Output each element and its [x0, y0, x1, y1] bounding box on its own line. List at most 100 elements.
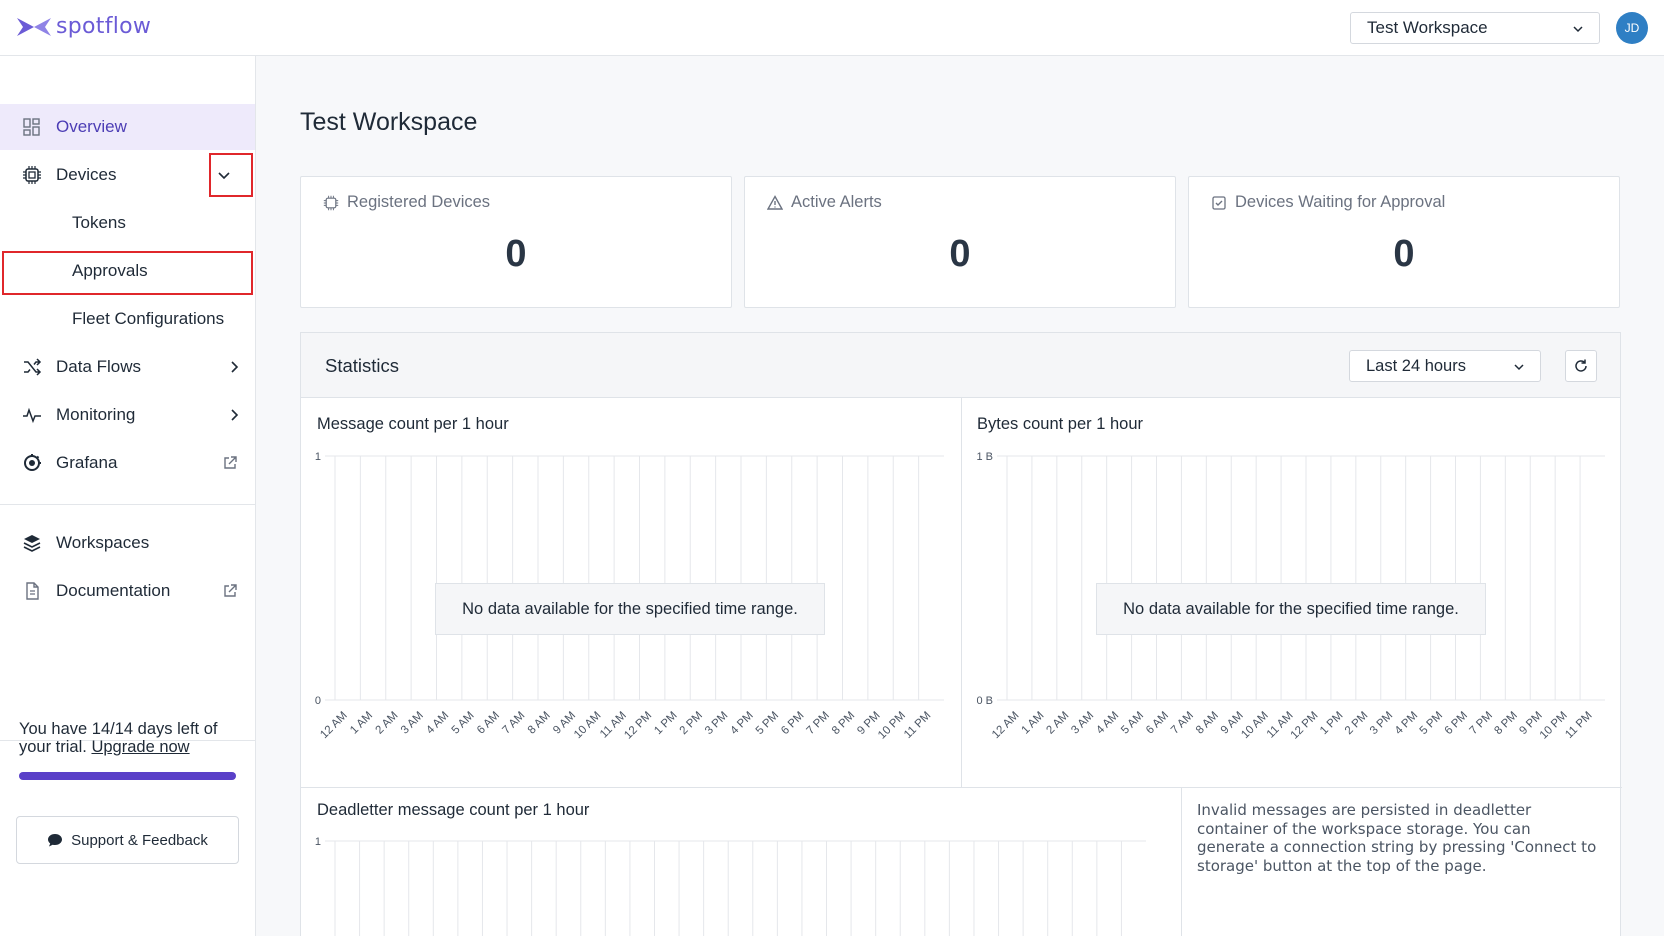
sidebar-item-label: Monitoring — [56, 405, 136, 424]
chevron-right-icon — [231, 361, 239, 373]
deadletter-info-text: Invalid messages are persisted in deadle… — [1197, 801, 1597, 875]
card-devices-waiting: Devices Waiting for Approval 0 — [1188, 176, 1620, 308]
refresh-button[interactable] — [1565, 350, 1597, 382]
time-range-select[interactable]: Last 24 hours — [1349, 350, 1541, 382]
sidebar-item-data-flows[interactable]: Data Flows — [0, 344, 255, 390]
sidebar-item-workspaces[interactable]: Workspaces — [0, 520, 255, 566]
x-tick-label: 6 PM — [1443, 710, 1470, 737]
y-tick-label: 0 — [315, 695, 321, 707]
x-tick-label: 12 PM — [622, 710, 654, 742]
x-tick-label: 1 PM — [652, 710, 679, 737]
x-tick-label: 11 PM — [902, 710, 933, 741]
external-link-icon — [224, 456, 237, 469]
grafana-icon — [24, 454, 41, 471]
x-tick-label: 5 PM — [1418, 710, 1445, 737]
time-range-value: Last 24 hours — [1366, 357, 1466, 375]
card-registered-devices: Registered Devices 0 — [300, 176, 732, 308]
x-tick-label: 4 PM — [728, 710, 755, 737]
chevron-right-icon — [231, 409, 239, 421]
trial-notice: You have 14/14 days left of your trial. … — [19, 720, 244, 756]
card-title: Registered Devices — [347, 193, 491, 211]
x-tick-label: 6 AM — [475, 710, 502, 737]
x-tick-label: 10 PM — [1538, 710, 1570, 742]
chart-title: Deadletter message count per 1 hour — [317, 801, 590, 819]
trial-progress-bar — [19, 772, 236, 780]
support-button-label: Support & Feedback — [71, 831, 208, 849]
y-tick-label: 1 B — [976, 451, 993, 463]
avatar[interactable]: JD — [1616, 12, 1648, 44]
page-title: Test Workspace — [300, 108, 478, 136]
x-tick-label: 8 PM — [830, 710, 857, 737]
sidebar-item-documentation[interactable]: Documentation — [0, 568, 255, 614]
x-tick-label: 7 PM — [1468, 710, 1495, 737]
statistics-title: Statistics — [325, 355, 400, 376]
y-tick-label: 0 B — [976, 695, 993, 707]
card-value: 0 — [1393, 233, 1415, 275]
chart-title: Message count per 1 hour — [317, 415, 509, 433]
workspace-select-value: Test Workspace — [1367, 18, 1488, 37]
x-tick-label: 3 PM — [1368, 710, 1395, 737]
sidebar-item-label: Fleet Configurations — [72, 309, 225, 328]
sidebar-item-fleet-configurations[interactable]: Fleet Configurations — [0, 296, 255, 342]
document-icon — [26, 582, 39, 600]
chip-icon — [323, 195, 339, 210]
sidebar-item-monitoring[interactable]: Monitoring — [0, 392, 255, 438]
logo-text: spotflow — [56, 14, 152, 39]
card-active-alerts: Active Alerts 0 — [744, 176, 1176, 308]
x-tick-label: 2 PM — [678, 710, 705, 737]
x-tick-label: 3 AM — [1069, 710, 1096, 737]
x-tick-label: 6 AM — [1144, 710, 1171, 737]
x-tick-label: 4 AM — [424, 710, 451, 737]
chevron-down-icon — [1573, 26, 1583, 33]
external-link-icon — [224, 584, 237, 597]
statistics-header: Statistics Last 24 hours — [301, 333, 1620, 398]
x-tick-label: 5 AM — [1119, 710, 1146, 737]
card-value: 0 — [505, 233, 527, 275]
pulse-icon — [23, 407, 41, 424]
grid-icon — [23, 118, 40, 136]
upgrade-link[interactable]: Upgrade now — [91, 738, 189, 756]
layers-icon — [23, 535, 41, 552]
x-tick-label: 1 AM — [1019, 710, 1046, 737]
x-tick-label: 6 PM — [779, 710, 806, 737]
support-feedback-button[interactable]: Support & Feedback — [16, 816, 239, 864]
sidebar-item-label: Tokens — [72, 213, 126, 232]
sidebar-item-label: Workspaces — [56, 533, 150, 552]
chart-divider — [301, 787, 1622, 788]
sidebar-item-overview[interactable]: Overview — [0, 104, 255, 150]
sidebar-item-label: Devices — [56, 165, 117, 184]
chevron-down-icon — [1514, 364, 1524, 371]
check-square-icon — [1212, 195, 1226, 210]
statistics-panel: Statistics Last 24 hours Message count p… — [300, 332, 1622, 936]
x-tick-label: 8 AM — [526, 710, 553, 737]
x-tick-label: 10 PM — [876, 710, 908, 742]
y-tick-label: 1 — [315, 836, 321, 848]
top-bar: spotflow Test Workspace JD — [0, 0, 1664, 56]
sidebar-item-label: Grafana — [56, 453, 118, 472]
x-tick-label: 4 PM — [1393, 710, 1420, 737]
highlight-box-devices-expand — [209, 153, 253, 197]
x-tick-label: 5 PM — [754, 710, 781, 737]
trial-progress-fill — [19, 772, 236, 780]
sidebar-item-grafana[interactable]: Grafana — [0, 440, 255, 486]
x-tick-label: 10 AM — [1239, 710, 1271, 742]
x-tick-label: 7 PM — [804, 710, 831, 737]
x-tick-label: 11 PM — [1563, 710, 1594, 741]
x-tick-label: 12 PM — [1289, 710, 1321, 742]
spotflow-logo[interactable]: spotflow — [16, 14, 151, 39]
card-title: Devices Waiting for Approval — [1235, 193, 1446, 211]
x-tick-label: 8 PM — [1492, 710, 1519, 737]
x-tick-label: 2 AM — [1044, 710, 1071, 737]
workspace-select[interactable]: Test Workspace — [1350, 12, 1600, 44]
sidebar-item-label: Data Flows — [56, 357, 142, 376]
card-value: 0 — [949, 233, 971, 275]
card-title: Active Alerts — [791, 193, 882, 211]
shuffle-icon — [24, 358, 42, 376]
warning-icon — [767, 194, 783, 210]
x-tick-label: 12 AM — [990, 710, 1022, 742]
sidebar-item-label: Overview — [56, 117, 127, 136]
sidebar-item-tokens[interactable]: Tokens — [0, 200, 255, 246]
chart-title: Bytes count per 1 hour — [977, 415, 1144, 433]
no-data-message: No data available for the specified time… — [435, 583, 825, 635]
deadletter-count-chart: 1 — [315, 836, 1146, 936]
